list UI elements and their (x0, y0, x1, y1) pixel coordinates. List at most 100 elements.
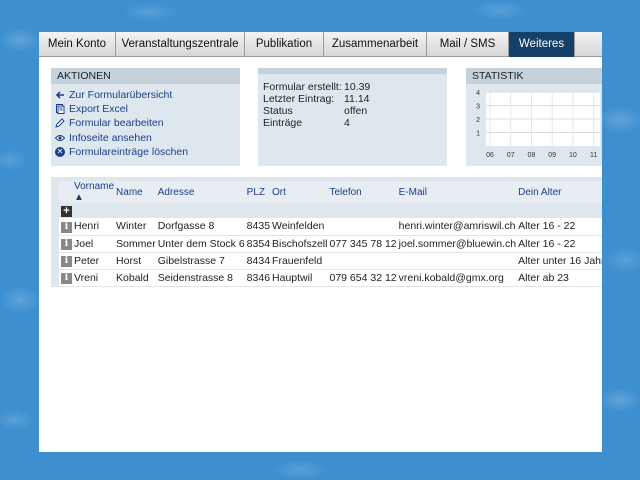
tab-zusammenarbeit[interactable]: Zusammenarbeit (324, 32, 427, 57)
pencil-icon (55, 118, 65, 129)
actions-panel: AKTIONEN Zur Formularübersicht Export Ex… (51, 68, 240, 166)
info-row: Einträge 4 (263, 117, 370, 129)
cell-telefon: 079 654 32 12 (327, 269, 397, 287)
action-eintraege-loeschen[interactable]: ✕ Formulareinträge löschen (55, 145, 240, 159)
main-nav: Mein Konto Veranstaltungszentrale Publik… (39, 32, 602, 57)
cell-adresse: Seidenstrasse 8 (155, 269, 245, 287)
statistics-panel-title: STATISTIK (466, 68, 602, 84)
arrow-left-icon (55, 90, 65, 100)
chart-y-tick-label: 4 (476, 90, 480, 97)
action-label: Export Excel (69, 103, 128, 116)
info-key: Einträge (263, 117, 303, 129)
chart-x-tick-label: 09 (548, 152, 556, 159)
header-plz[interactable]: PLZ (244, 181, 271, 203)
tab-mein-konto[interactable]: Mein Konto (39, 32, 116, 57)
cell-vorname: Vreni (72, 269, 115, 287)
action-label: Formulareinträge löschen (69, 145, 189, 158)
info-row: Status offen (263, 105, 370, 117)
action-formular-bearbeiten[interactable]: Formular bearbeiten (55, 116, 240, 130)
actions-list: Zur Formularübersicht Export Excel Formu… (51, 84, 240, 159)
table-row: i Peter Horst Gibelstrasse 7 8434 Frauen… (59, 252, 602, 270)
cell-ort: Frauenfeld (270, 252, 328, 270)
info-icon[interactable]: i (61, 239, 72, 250)
chart-x-tick-label: 08 (528, 152, 536, 159)
cell-alter: Alter unter 16 Jahren (516, 252, 602, 270)
chart-y-tick-label: 3 (476, 104, 480, 111)
add-row-cell: + (59, 203, 602, 218)
cell-alter: Alter 16 - 22 (516, 235, 602, 253)
cell-plz: 8434 (244, 252, 271, 270)
cell-vorname: Henri (72, 218, 115, 236)
info-value: 10.39 (344, 81, 371, 93)
chart-x-tick-label: 07 (507, 152, 515, 159)
header-email[interactable]: E-Mail (396, 181, 517, 203)
cell-vorname: Peter (72, 252, 115, 270)
cell-plz: 8354 (244, 235, 271, 253)
table-row: i Henri Winter Dorfgasse 8 8435 Weinfeld… (59, 218, 602, 236)
info-key: Status (263, 105, 293, 117)
info-value: 11.14 (344, 93, 370, 105)
eye-icon (55, 133, 65, 143)
cell-ort: Bischofszell (270, 235, 328, 253)
cell-ort: Hauptwil (270, 269, 328, 287)
entries-table: Vorname ▲ Name Adresse PLZ Ort Telefon E… (59, 181, 602, 287)
row-info-cell: i (59, 235, 72, 253)
info-value: 4 (344, 117, 350, 129)
header-icon-col (59, 181, 72, 203)
cell-email: henri.winter@amriswil.ch (396, 218, 517, 236)
cell-vorname: Joel (72, 235, 115, 253)
info-row: Formular erstellt: 10.39 (263, 81, 370, 93)
header-alter[interactable]: Dein Alter (516, 181, 602, 203)
add-row: + (59, 203, 602, 218)
cell-alter: Alter ab 23 (516, 269, 602, 287)
cell-telefon: 077 345 78 12 (327, 235, 397, 253)
action-label: Infoseite ansehen (69, 131, 152, 144)
cell-email: vreni.kobald@gmx.org (396, 269, 517, 287)
header-telefon[interactable]: Telefon (327, 181, 397, 203)
header-ort[interactable]: Ort (270, 181, 328, 203)
cell-name: Kobald (114, 269, 156, 287)
chart-x-tick-label: 11 (590, 152, 597, 159)
tab-mail-sms[interactable]: Mail / SMS (427, 32, 509, 57)
cell-plz: 8346 (244, 269, 271, 287)
cell-email: joel.sommer@bluewin.ch (396, 235, 517, 253)
action-export-excel[interactable]: Export Excel (55, 102, 240, 116)
tab-veranstaltungszentrale[interactable]: Veranstaltungszentrale (116, 32, 245, 57)
chart-x-tick-label: 06 (486, 152, 494, 159)
info-key: Formular erstellt: (263, 81, 342, 93)
cell-name: Horst (114, 252, 156, 270)
info-row: Letzter Eintrag: 11.14 (263, 93, 370, 105)
cell-plz: 8435 (244, 218, 271, 236)
cell-adresse: Gibelstrasse 7 (155, 252, 245, 270)
info-icon[interactable]: i (61, 221, 72, 233)
statistics-panel: STATISTIK 1 2 3 4 06 07 08 09 10 11 (466, 68, 602, 166)
add-entry-icon[interactable]: + (61, 205, 72, 217)
form-info-panel: Formular erstellt: 10.39 Letzter Eintrag:… (258, 68, 447, 166)
row-info-cell: i (59, 218, 72, 236)
action-infoseite-ansehen[interactable]: Infoseite ansehen (55, 131, 240, 145)
tab-weiteres[interactable]: Weiteres (509, 32, 575, 57)
info-icon[interactable]: i (61, 273, 72, 284)
form-info-table: Formular erstellt: 10.39 Letzter Eintrag:… (263, 81, 370, 129)
chart-x-tick-label: 10 (569, 152, 577, 159)
tab-publikation[interactable]: Publikation (245, 32, 324, 57)
info-panel-header (258, 68, 447, 74)
cell-name: Sommer (114, 235, 156, 253)
header-adresse[interactable]: Adresse (155, 181, 245, 203)
table-row: i Joel Sommer Unter dem Stock 6 8354 Bis… (59, 235, 602, 253)
app-window: Mein Konto Veranstaltungszentrale Publik… (39, 32, 602, 452)
action-label: Formular bearbeiten (69, 117, 164, 130)
table-header-row: Vorname ▲ Name Adresse PLZ Ort Telefon E… (59, 181, 602, 203)
header-vorname[interactable]: Vorname ▲ (72, 181, 115, 203)
chart-y-tick-label: 2 (476, 117, 480, 124)
header-name[interactable]: Name (114, 181, 156, 203)
info-value: offen (344, 105, 368, 117)
cell-ort: Weinfelden (270, 218, 328, 236)
cell-email (396, 252, 517, 270)
action-label: Zur Formularübersicht (69, 89, 173, 102)
action-formularuebersicht[interactable]: Zur Formularübersicht (55, 88, 240, 102)
cell-adresse: Dorfgasse 8 (155, 218, 245, 236)
info-icon[interactable]: i (61, 256, 72, 267)
document-icon (55, 104, 65, 115)
cell-alter: Alter 16 - 22 (516, 218, 602, 236)
